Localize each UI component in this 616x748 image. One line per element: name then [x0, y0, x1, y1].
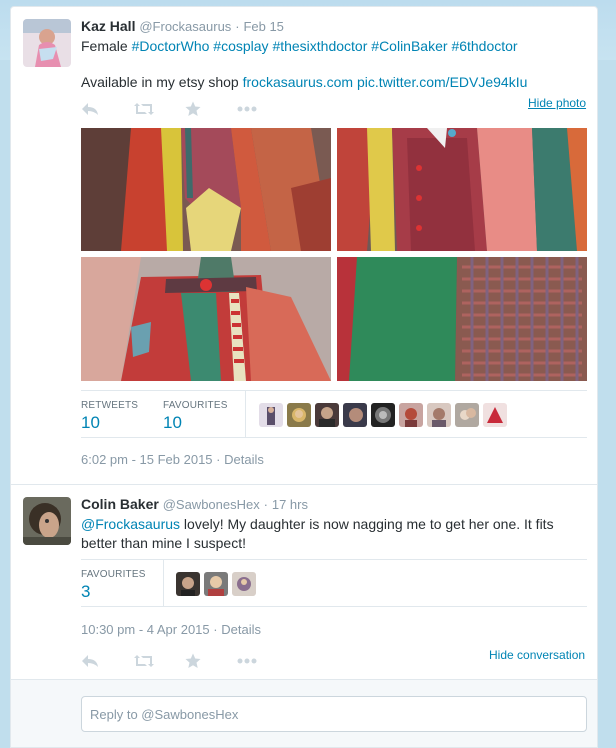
reply-stats: FAVOURITES 3 [81, 559, 587, 607]
retweets-count[interactable]: 10 [81, 413, 100, 433]
reply-timestamp[interactable]: 10:30 pm - 4 Apr 2015 [81, 622, 210, 637]
reply-icon [82, 103, 98, 115]
hide-photo-link[interactable]: Hide photo [528, 96, 586, 110]
reply-header-dot: · [263, 497, 268, 512]
reply-favorite-button[interactable] [185, 652, 237, 670]
more-icon [237, 658, 257, 664]
reply-meta-dot: · [213, 622, 218, 637]
tweet-text: Female #DoctorWho #cosplay #thesixthdoct… [81, 37, 587, 92]
favorite-icon [185, 653, 201, 668]
hashtag-thesixthdoctor[interactable]: #thesixthdoctor [272, 38, 367, 54]
favoriter-avatar[interactable] [176, 572, 200, 596]
reply-meta: 10:30 pm - 4 Apr 2015 · Details [81, 622, 261, 637]
favoriter-avatar[interactable] [455, 403, 479, 427]
favourites-count[interactable]: 10 [163, 413, 182, 433]
reply-favourites-label: FAVOURITES [81, 569, 146, 580]
favoriter-avatar[interactable] [287, 403, 311, 427]
reply-text-line1: lovely! My daughter is now nagging me to… [180, 516, 554, 532]
retweets-label: RETWEETS [81, 400, 139, 411]
reply-button[interactable] [81, 100, 133, 118]
reply-line-1: @Frockasaurus lovely! My daughter is now… [81, 515, 587, 534]
tweet-card: Kaz Hall @Frockasaurus · Feb 15 Female #… [10, 6, 598, 748]
author-fullname[interactable]: Kaz Hall [81, 18, 135, 34]
tweet-header: Kaz Hall @Frockasaurus · Feb 15 [81, 18, 284, 34]
pic-link[interactable]: pic.twitter.com/EDVJe94kIu [357, 74, 527, 90]
tweet-timestamp[interactable]: 6:02 pm - 15 Feb 2015 [81, 452, 213, 467]
reply-text: @Frockasaurus lovely! My daughter is now… [81, 515, 587, 553]
photo-3[interactable] [81, 257, 331, 381]
tweet-line-1: Female #DoctorWho #cosplay #thesixthdoct… [81, 37, 587, 56]
reply-reply-button[interactable] [81, 652, 133, 670]
reply-text-line2: better than mine I suspect! [81, 535, 246, 551]
stats-separator [245, 391, 246, 438]
photo-2[interactable] [337, 128, 587, 251]
reply-icon [82, 655, 98, 667]
retweet-button[interactable] [133, 100, 185, 118]
favoriter-avatar[interactable] [399, 403, 423, 427]
tweet-divider [11, 484, 597, 485]
favoriter-avatar[interactable] [427, 403, 451, 427]
author-username[interactable]: @Frockasaurus [139, 19, 231, 34]
reply-favourites-count[interactable]: 3 [81, 582, 90, 602]
favoriter-avatar[interactable] [232, 572, 256, 596]
favoriter-avatar[interactable] [315, 403, 339, 427]
favorite-icon [185, 101, 201, 116]
favoriter-avatar[interactable] [204, 572, 228, 596]
reply-area: Reply to @SawbonesHex [11, 679, 597, 747]
kaz-hall-avatar[interactable] [23, 19, 71, 67]
favorite-button[interactable] [185, 100, 237, 118]
reply-header: Colin Baker @SawbonesHex · 17 hrs [81, 496, 308, 512]
header-dot: · [235, 19, 240, 34]
hashtag-6thdoctor[interactable]: #6thdoctor [451, 38, 517, 54]
reply-retweet-button[interactable] [133, 652, 185, 670]
tweet-meta: 6:02 pm - 15 Feb 2015 · Details [81, 452, 264, 467]
colin-baker-avatar[interactable] [23, 497, 71, 545]
reply-actions [81, 652, 289, 670]
tweet-details-link[interactable]: Details [224, 452, 264, 467]
favoriters-avatars [259, 403, 507, 427]
favoriter-avatar[interactable] [343, 403, 367, 427]
hashtag-doctorwho[interactable]: #DoctorWho [132, 38, 210, 54]
retweet-icon [134, 103, 154, 115]
meta-dot: · [216, 452, 221, 467]
retweet-icon [134, 655, 154, 667]
reply-favoriters-avatars [176, 572, 256, 596]
reply-details-link[interactable]: Details [221, 622, 261, 637]
tweet-stats: RETWEETS 10 FAVOURITES 10 [81, 390, 587, 438]
main-tweet: Kaz Hall @Frockasaurus · Feb 15 Female #… [11, 7, 597, 484]
photo-1[interactable] [81, 128, 331, 251]
hide-conversation-link[interactable]: Hide conversation [489, 648, 585, 662]
tweet-actions [81, 100, 289, 118]
reply-input[interactable]: Reply to @SawbonesHex [81, 696, 587, 732]
reply-mention[interactable]: @Frockasaurus [81, 516, 180, 532]
hashtag-cosplay[interactable]: #cosplay [213, 38, 268, 54]
more-button[interactable] [237, 100, 289, 118]
reply-more-button[interactable] [237, 652, 289, 670]
favoriter-avatar[interactable] [259, 403, 283, 427]
reply-author-username[interactable]: @SawbonesHex [163, 497, 260, 512]
more-icon [237, 106, 257, 112]
tweet-line-2: Available in my etsy shop frockasaurus.c… [81, 73, 587, 92]
favourites-label: FAVOURITES [163, 400, 228, 411]
photo-4[interactable] [337, 257, 587, 381]
photo-grid [81, 128, 587, 381]
tweet-date[interactable]: Feb 15 [243, 19, 283, 34]
favoriter-avatar[interactable] [371, 403, 395, 427]
tweet-line2-prefix: Available in my etsy shop [81, 74, 243, 90]
hashtag-colinbaker[interactable]: #ColinBaker [371, 38, 447, 54]
favoriter-avatar[interactable] [483, 403, 507, 427]
reply-author-fullname[interactable]: Colin Baker [81, 496, 159, 512]
reply-stats-separator [163, 560, 164, 607]
tweet-text-start: Female [81, 38, 132, 54]
reply-date[interactable]: 17 hrs [272, 497, 308, 512]
etsy-shop-link[interactable]: frockasaurus.com [243, 74, 353, 90]
